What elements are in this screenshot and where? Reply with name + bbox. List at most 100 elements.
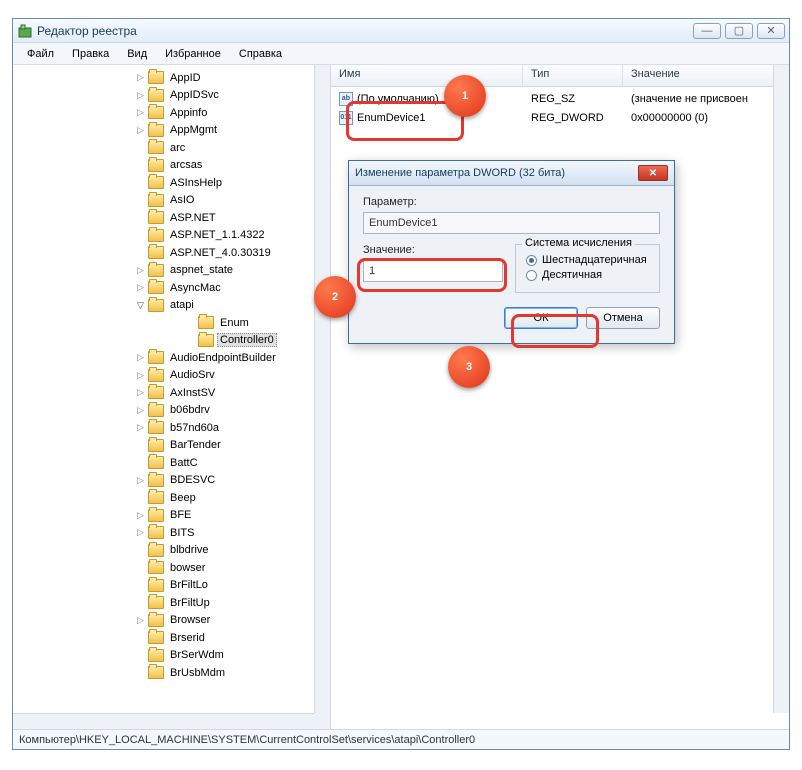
tree-item[interactable]: ASP.NET_4.0.30319 <box>13 244 314 262</box>
tree-item[interactable]: BarTender <box>13 437 314 455</box>
dialog-close-button[interactable]: ✕ <box>638 165 668 181</box>
expander-closed-icon[interactable] <box>135 545 146 556</box>
tree-item[interactable]: ▷Appinfo <box>13 104 314 122</box>
dialog-titlebar[interactable]: Изменение параметра DWORD (32 бита) ✕ <box>349 161 674 186</box>
list-vscroll[interactable] <box>773 65 789 713</box>
expander-closed-icon[interactable]: ▷ <box>135 72 146 83</box>
tree-vscroll[interactable] <box>314 65 330 713</box>
list-row[interactable]: ab (По умолчанию) REG_SZ (значение не пр… <box>331 89 789 108</box>
folder-icon <box>148 176 164 189</box>
expander-closed-icon[interactable]: ▷ <box>135 352 146 363</box>
cancel-button[interactable]: Отмена <box>586 307 660 329</box>
menu-favorites[interactable]: Избранное <box>157 46 229 62</box>
col-value[interactable]: Значение <box>623 65 789 86</box>
radio-hex[interactable] <box>526 255 537 266</box>
expander-open-icon[interactable]: ▽ <box>135 300 146 311</box>
tree-item[interactable]: AsIO <box>13 192 314 210</box>
expander-closed-icon[interactable]: ▷ <box>135 475 146 486</box>
expander-closed-icon[interactable]: ▷ <box>135 510 146 521</box>
tree-item[interactable]: arc <box>13 139 314 157</box>
expander-closed-icon[interactable] <box>135 597 146 608</box>
expander-closed-icon[interactable]: ▷ <box>135 265 146 276</box>
tree-item[interactable]: ▷BITS <box>13 524 314 542</box>
ok-button[interactable]: ОК <box>504 307 578 329</box>
radio-hex-row[interactable]: Шестнадцатеричная <box>526 254 649 266</box>
tree-item[interactable]: ▷aspnet_state <box>13 262 314 280</box>
tree-hscroll[interactable] <box>13 713 314 729</box>
tree-item[interactable]: ▷AppMgmt <box>13 122 314 140</box>
expander-closed-icon[interactable]: ▷ <box>135 405 146 416</box>
menu-edit[interactable]: Правка <box>64 46 117 62</box>
expander-closed-icon[interactable]: ▷ <box>135 107 146 118</box>
tree-item[interactable]: ▷BDESVC <box>13 472 314 490</box>
expander-closed-icon[interactable]: ▷ <box>135 90 146 101</box>
tree-item[interactable]: ▷BFE <box>13 507 314 525</box>
tree-item[interactable]: BrFiltLo <box>13 577 314 595</box>
tree-item[interactable]: ▷AppIDSvc <box>13 87 314 105</box>
tree-label: Enum <box>217 316 252 330</box>
minimize-button[interactable]: — <box>693 23 721 39</box>
folder-icon <box>148 229 164 242</box>
tree-item[interactable]: ▷AudioEndpointBuilder <box>13 349 314 367</box>
tree-item[interactable]: ▷AsyncMac <box>13 279 314 297</box>
tree-item[interactable]: ▷b57nd60a <box>13 419 314 437</box>
tree-label: atapi <box>167 298 197 312</box>
menu-help[interactable]: Справка <box>231 46 290 62</box>
expander-closed-icon[interactable]: ▷ <box>135 615 146 626</box>
tree-item[interactable]: Enum <box>13 314 314 332</box>
radio-dec[interactable] <box>526 270 537 281</box>
expander-closed-icon[interactable] <box>135 492 146 503</box>
tree-item[interactable]: ▷AxInstSV <box>13 384 314 402</box>
expander-closed-icon[interactable]: ▷ <box>135 370 146 381</box>
expander-closed-icon[interactable] <box>135 177 146 188</box>
titlebar[interactable]: Редактор реестра — ▢ ✕ <box>13 19 789 43</box>
expander-closed-icon[interactable] <box>135 632 146 643</box>
menu-file[interactable]: Файл <box>19 46 62 62</box>
tree-item[interactable]: ▷AppID <box>13 69 314 87</box>
col-name[interactable]: Имя <box>331 65 523 86</box>
expander-closed-icon[interactable] <box>135 667 146 678</box>
col-type[interactable]: Тип <box>523 65 623 86</box>
tree-item[interactable]: Beep <box>13 489 314 507</box>
maximize-button[interactable]: ▢ <box>725 23 753 39</box>
tree-item[interactable]: BrUsbMdm <box>13 664 314 682</box>
tree-item[interactable]: Brserid <box>13 629 314 647</box>
tree-item[interactable]: ASP.NET <box>13 209 314 227</box>
expander-closed-icon[interactable]: ▷ <box>135 282 146 293</box>
expander-closed-icon[interactable]: ▷ <box>135 387 146 398</box>
close-button[interactable]: ✕ <box>757 23 785 39</box>
expander-closed-icon[interactable] <box>135 580 146 591</box>
expander-closed-icon[interactable] <box>135 160 146 171</box>
tree-item[interactable]: ▷Browser <box>13 612 314 630</box>
expander-closed-icon[interactable]: ▷ <box>135 422 146 433</box>
tree-item[interactable]: ASP.NET_1.1.4322 <box>13 227 314 245</box>
tree-list[interactable]: ▷AppID▷AppIDSvc▷Appinfo▷AppMgmtarcarcsas… <box>13 65 314 713</box>
expander-closed-icon[interactable] <box>135 650 146 661</box>
menu-view[interactable]: Вид <box>119 46 155 62</box>
tree-item[interactable]: Controller0 <box>13 332 314 350</box>
value-input[interactable] <box>363 260 503 282</box>
tree-item[interactable]: BattC <box>13 454 314 472</box>
expander-closed-icon[interactable]: ▷ <box>135 125 146 136</box>
expander-closed-icon[interactable] <box>135 562 146 573</box>
list-row[interactable]: 011 EnumDevice1 REG_DWORD 0x00000000 (0) <box>331 108 789 127</box>
radio-dec-row[interactable]: Десятичная <box>526 269 649 281</box>
tree-item[interactable]: arcsas <box>13 157 314 175</box>
tree-item[interactable]: bowser <box>13 559 314 577</box>
tree-label: BrFiltLo <box>167 578 211 592</box>
expander-closed-icon[interactable] <box>135 195 146 206</box>
expander-closed-icon[interactable] <box>135 212 146 223</box>
tree-item[interactable]: ▷b06bdrv <box>13 402 314 420</box>
expander-closed-icon[interactable] <box>135 247 146 258</box>
tree-item[interactable]: ASInsHelp <box>13 174 314 192</box>
tree-item[interactable]: BrFiltUp <box>13 594 314 612</box>
tree-item[interactable]: ▽ atapi <box>13 297 314 315</box>
expander-closed-icon[interactable] <box>135 457 146 468</box>
expander-closed-icon[interactable] <box>135 440 146 451</box>
tree-item[interactable]: blbdrive <box>13 542 314 560</box>
expander-closed-icon[interactable]: ▷ <box>135 527 146 538</box>
tree-item[interactable]: BrSerWdm <box>13 647 314 665</box>
expander-closed-icon[interactable] <box>135 142 146 153</box>
tree-item[interactable]: ▷AudioSrv <box>13 367 314 385</box>
expander-closed-icon[interactable] <box>135 230 146 241</box>
